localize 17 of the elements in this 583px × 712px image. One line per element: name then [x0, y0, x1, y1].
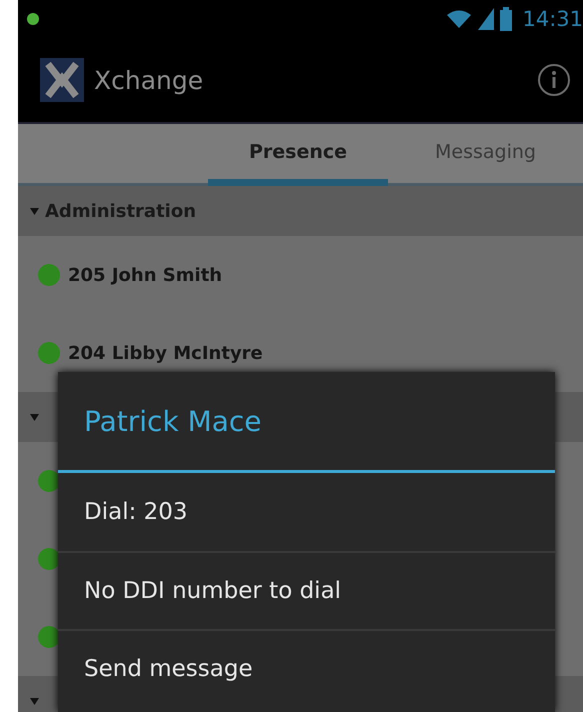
group-header[interactable]: Administration — [18, 186, 583, 236]
dialog-option[interactable]: No DDI number to dial — [58, 551, 555, 629]
app-logo-icon — [40, 58, 84, 102]
battery-icon — [500, 7, 512, 31]
contact-name: 204 Libby McIntyre — [68, 342, 263, 364]
dialog-title: Patrick Mace — [58, 372, 555, 473]
tab[interactable]: Messaging — [388, 124, 583, 186]
group-name: Administration — [45, 200, 196, 222]
clock-time: 14:31 — [522, 7, 583, 31]
dialog-option[interactable]: Dial: 203 — [58, 473, 555, 551]
notification-dot-icon — [26, 12, 40, 26]
app-title: Xchange — [94, 66, 204, 94]
info-icon[interactable] — [537, 63, 571, 97]
wifi-icon — [446, 9, 472, 29]
dialog-option[interactable]: Send message — [58, 629, 555, 707]
signal-icon — [478, 8, 494, 30]
contact-name: 205 John Smith — [68, 264, 222, 286]
